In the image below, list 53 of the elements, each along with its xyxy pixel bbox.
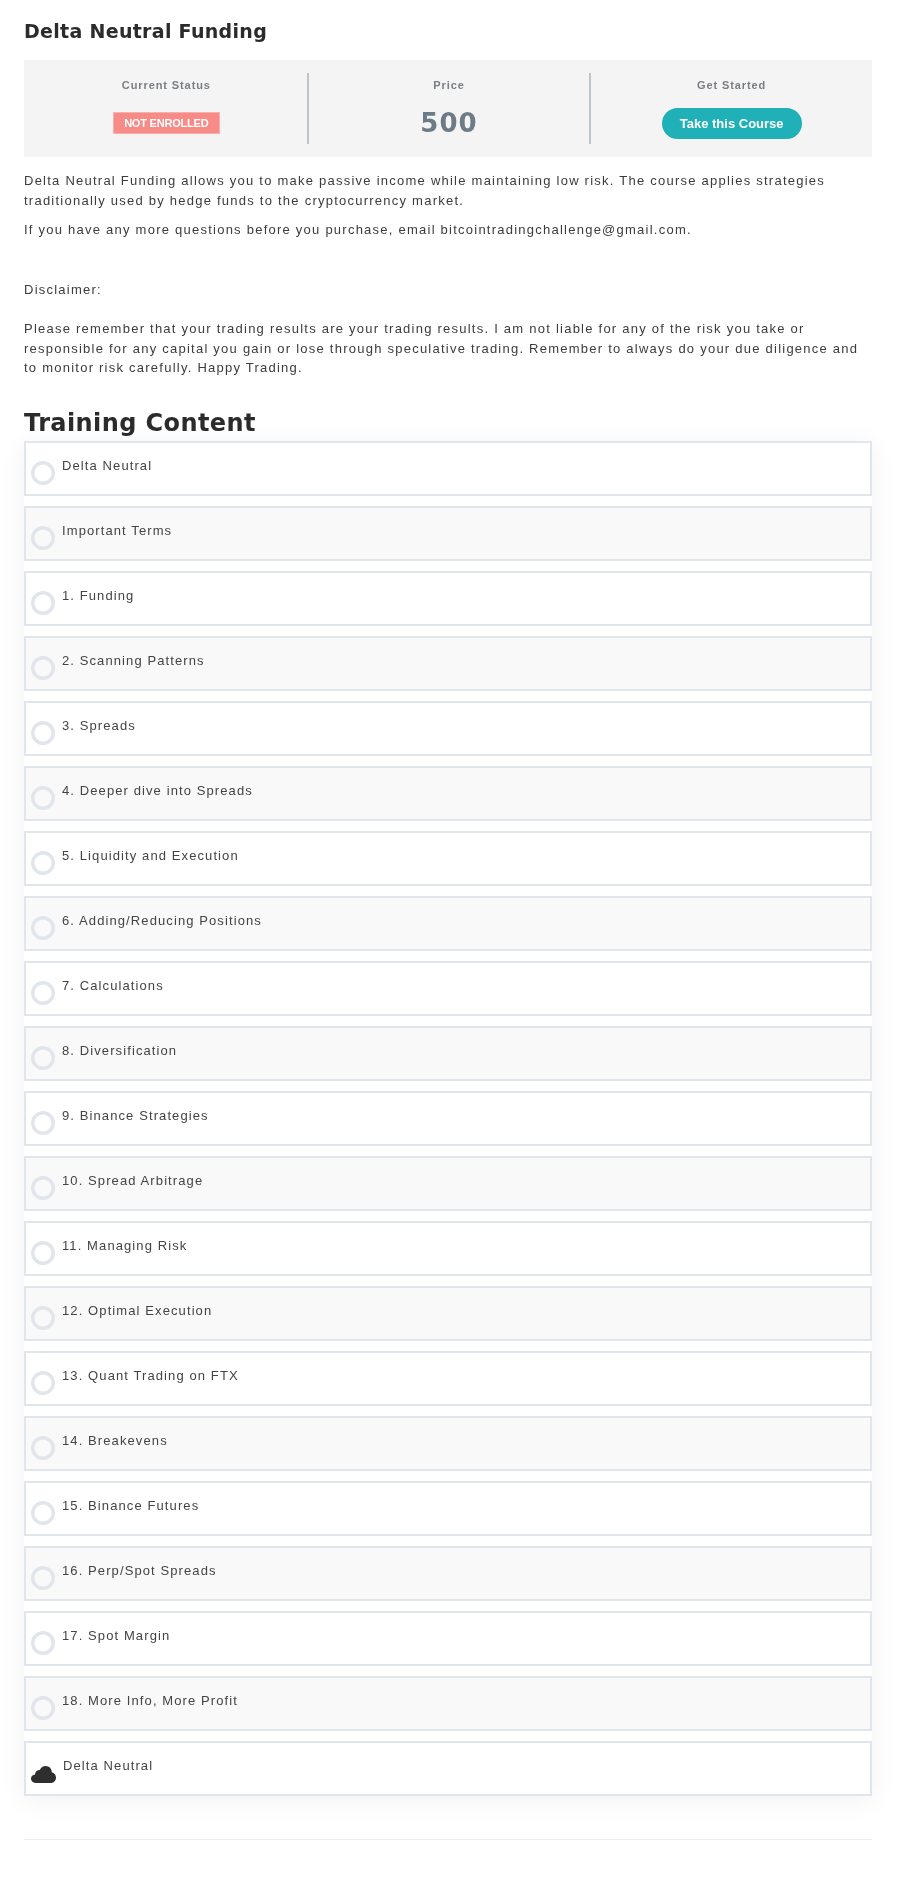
circle-icon bbox=[31, 526, 55, 550]
lesson-link[interactable]: 10. Spread Arbitrage bbox=[24, 1155, 872, 1211]
lesson-link[interactable]: Delta Neutral bbox=[24, 440, 872, 496]
circle-icon bbox=[31, 591, 55, 615]
circle-icon bbox=[31, 1501, 55, 1525]
circle-icon bbox=[31, 721, 55, 745]
disclaimer-paragraph: Please remember that your trading results are your trading results. I am not liable for any of the risk you take or responsible for any capital you gain or lose through speculative trading. Remember to always do your due diligence and to monitor risk carefully. Happy Trading. bbox=[24, 320, 860, 377]
lesson-link[interactable]: 7. Calculations bbox=[24, 960, 872, 1016]
lesson-link[interactable]: 15. Binance Futures bbox=[24, 1480, 872, 1536]
lesson-link[interactable]: 5. Liquidity and Execution bbox=[24, 830, 872, 886]
description-paragraph: Delta Neutral Funding allows you to make passive income while maintaining low risk. The course applies strategies traditionally used by hedge funds to the cryptocurrency market. bbox=[24, 172, 827, 210]
lesson-link[interactable]: 3. Spreads bbox=[24, 700, 872, 756]
lesson-link[interactable]: 9. Binance Strategies bbox=[24, 1090, 872, 1146]
circle-icon bbox=[31, 1176, 55, 1200]
lesson-link[interactable]: 11. Managing Risk bbox=[24, 1220, 872, 1276]
circle-icon bbox=[31, 1111, 55, 1135]
circle-icon bbox=[31, 981, 55, 1005]
price-value: 500 bbox=[420, 108, 478, 138]
status-label: Price bbox=[433, 78, 465, 92]
lesson-link[interactable]: 16. Perp/Spot Spreads bbox=[24, 1545, 872, 1601]
lesson-link[interactable]: Important Terms bbox=[24, 505, 872, 561]
lesson-link[interactable]: Delta Neutral bbox=[24, 1740, 872, 1796]
status-label: Current Status bbox=[121, 78, 211, 92]
course-title: Delta Neutral Funding bbox=[24, 19, 269, 44]
circle-icon bbox=[31, 1696, 55, 1720]
circle-icon bbox=[31, 656, 55, 680]
circle-icon bbox=[31, 1566, 55, 1590]
lesson-link[interactable]: 18. More Info, More Profit bbox=[24, 1675, 872, 1731]
lesson-link[interactable]: 17. Spot Margin bbox=[24, 1610, 872, 1666]
status-label: Get Started bbox=[697, 78, 767, 92]
circle-icon bbox=[31, 786, 55, 810]
circle-icon bbox=[31, 461, 55, 485]
lesson-link[interactable]: 6. Adding/Reducing Positions bbox=[24, 895, 872, 951]
circle-icon bbox=[31, 851, 55, 875]
circle-icon bbox=[31, 1241, 55, 1265]
circle-icon bbox=[31, 1046, 55, 1070]
lesson-link[interactable]: 13. Quant Trading on FTX bbox=[24, 1350, 872, 1406]
circle-icon bbox=[31, 1371, 55, 1395]
cloud-icon bbox=[31, 1766, 56, 1783]
section-title: Training Content bbox=[24, 407, 257, 438]
lesson-link[interactable]: 1. Funding bbox=[24, 570, 872, 626]
description-paragraph: If you have any more questions before you purchase, email bitcointradingchallenge@gmail.com. bbox=[24, 221, 693, 239]
lesson-link[interactable]: 2. Scanning Patterns bbox=[24, 635, 872, 691]
disclaimer-heading: Disclaimer: bbox=[24, 280, 103, 299]
circle-icon bbox=[31, 1631, 55, 1655]
lesson-link[interactable]: 8. Diversification bbox=[24, 1025, 872, 1081]
lesson-link[interactable]: 14. Breakevens bbox=[24, 1415, 872, 1471]
lesson-link[interactable]: 4. Deeper dive into Spreads bbox=[24, 765, 872, 821]
status-badge: NOT ENROLLED bbox=[113, 112, 220, 134]
circle-icon bbox=[31, 1306, 55, 1330]
circle-icon bbox=[31, 916, 55, 940]
circle-icon bbox=[31, 1436, 55, 1460]
lesson-link[interactable]: 12. Optimal Execution bbox=[24, 1285, 872, 1341]
